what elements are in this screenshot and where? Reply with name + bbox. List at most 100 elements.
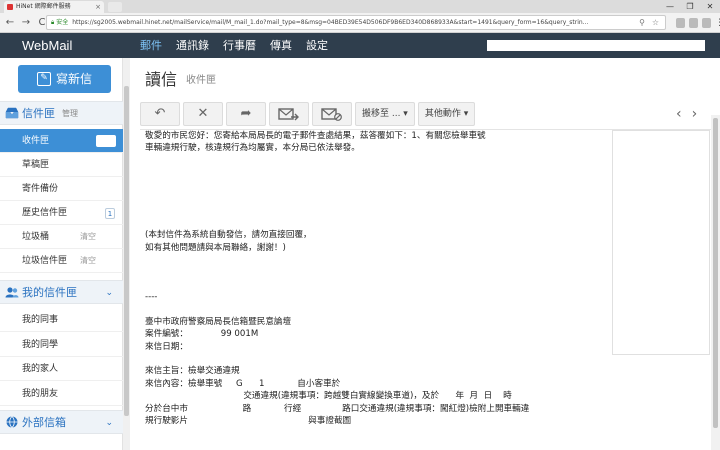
extension-icon[interactable]	[689, 18, 698, 28]
body-line: ----	[145, 292, 158, 303]
minimize-icon[interactable]: —	[660, 0, 680, 13]
sidebar-item-friends[interactable]: 我的朋友	[0, 382, 123, 406]
body-line: 規行駛影片 與事證截圖	[145, 415, 352, 426]
extension-icon[interactable]	[676, 18, 685, 28]
report-spam-button[interactable]	[312, 102, 352, 126]
globe-icon	[6, 416, 18, 428]
sidebar-item-trash[interactable]: 垃圾桶 清空	[0, 225, 123, 249]
sidebar-item-label: 我的朋友	[22, 389, 59, 399]
sidebar-item-family[interactable]: 我的家人	[0, 357, 123, 381]
forward-icon[interactable]: →	[20, 16, 32, 30]
body-line: 交通違規(違規事項：跨越雙白實線變換車道)，及於 年 月 日 時	[145, 391, 512, 402]
back-icon[interactable]: ←	[4, 16, 16, 30]
url-field[interactable]: 🔒︎ 安全 https://sg2005.webmail.hinet.net/mai…	[46, 15, 666, 30]
compose-icon: ✎	[36, 71, 51, 86]
my-folders-label: 我的信件匣	[22, 286, 77, 299]
other-actions-dropdown[interactable]: 其他動作 ▾	[417, 102, 476, 126]
security-label: 安全	[56, 19, 69, 26]
nav-fax[interactable]: 傳真	[270, 33, 292, 58]
message-toolbar: ↶ ✕ ➦ 搬移至 ... ▾ 其他動作 ▾	[140, 102, 476, 126]
sidebar-item-label: 寄件備份	[22, 184, 59, 194]
body-line: (本封信件為系統自動發信，請勿直接回覆，	[145, 230, 312, 241]
menu-icon[interactable]: ⋮	[715, 18, 720, 28]
top-nav: 郵件 通訊錄 行事曆 傳真 設定	[140, 33, 342, 58]
nav-settings[interactable]: 設定	[306, 33, 328, 58]
sidebar-item-label: 我的同事	[22, 315, 59, 325]
message-body: 敬愛的市民您好：您寄給本局局長的電子郵件查處結果，茲答覆如下：1、有關您檢舉車號…	[145, 130, 610, 450]
nav-contacts[interactable]: 通訊錄	[176, 33, 209, 58]
inbox-icon	[5, 107, 19, 119]
nav-calendar[interactable]: 行事曆	[223, 33, 256, 58]
nav-mail[interactable]: 郵件	[140, 33, 162, 58]
compose-button[interactable]: ✎ 寫新信	[18, 65, 111, 93]
mark-mail-button[interactable]	[269, 102, 309, 126]
body-line: 案件編號： 99 001M	[145, 329, 259, 340]
window-controls: — ❐ ✕	[660, 0, 720, 13]
sidebar-item-label: 收件匣	[22, 136, 50, 146]
move-to-label: 搬移至 ... ▾	[362, 109, 408, 119]
body-line: 來信日期：	[145, 341, 188, 352]
sidebar-scrollbar-thumb[interactable]	[124, 86, 129, 416]
zoom-icon[interactable]: ⚲	[639, 16, 645, 29]
extension-icon[interactable]	[702, 18, 711, 28]
delete-icon: ✕	[197, 106, 209, 121]
body-line: 敬愛的市民您好：您寄給本局局長的電子郵件查處結果，茲答覆如下：1、有關您檢舉車號	[145, 131, 486, 141]
bookmark-star-icon[interactable]: ☆	[652, 16, 659, 29]
delete-button[interactable]: ✕	[183, 102, 223, 126]
sidebar-item-classmates[interactable]: 我的同學	[0, 333, 123, 357]
sidebar-item-drafts[interactable]: 草稿匣	[0, 153, 123, 177]
page-scrollbar-thumb[interactable]	[713, 118, 718, 428]
maximize-icon[interactable]: ❐	[680, 0, 700, 13]
mail-forward-icon	[278, 108, 299, 121]
sidebar-item-colleagues[interactable]: 我的同事	[0, 308, 123, 332]
favicon-icon	[7, 4, 13, 10]
empty-spam-link[interactable]: 清空	[80, 249, 96, 273]
body-line	[145, 167, 610, 179]
body-line	[145, 303, 610, 315]
body-line	[145, 204, 610, 216]
inbox-section-header[interactable]: 信件匣 管理	[0, 101, 123, 125]
manage-link[interactable]: 管理	[62, 102, 78, 126]
sidebar-item-inbox[interactable]: 收件匣	[0, 129, 123, 153]
tab-close-icon[interactable]: ×	[95, 1, 101, 13]
body-line: 如有其他問題請與本局聯絡，謝謝！)	[145, 242, 286, 253]
empty-trash-link[interactable]: 清空	[80, 225, 96, 249]
body-line: 車輛違規行駛，核違規行為均屬實，本分局已依法舉發。	[145, 143, 360, 154]
new-tab-button[interactable]	[108, 2, 122, 12]
count-badge: 1	[105, 208, 115, 219]
body-line	[145, 180, 610, 192]
body-line: 分於台中市 路 行經 路口交通違規(違規事項：闖紅燈)檢附上開車輛違	[145, 403, 530, 414]
external-mailbox-section-header[interactable]: 外部信箱 ⌄	[0, 410, 123, 434]
url-text: https://sg2005.webmail.hinet.net/mailSer…	[72, 19, 589, 26]
page-title: 讀信	[145, 70, 178, 89]
sidebar-item-label: 歷史信件匣	[22, 208, 68, 218]
close-window-icon[interactable]: ✕	[700, 0, 720, 13]
sidebar-item-sent[interactable]: 寄件備份	[0, 177, 123, 201]
sidebar-item-label: 垃圾桶	[22, 232, 50, 242]
mail-block-icon	[321, 108, 342, 121]
sidebar-item-spam[interactable]: 垃圾信件匣 清空	[0, 249, 123, 273]
extension-icons: ⋮	[676, 18, 720, 28]
chevron-down-icon[interactable]: ⌄	[105, 411, 113, 435]
browser-tab[interactable]: HiNet 網際郵件服務 ×	[4, 1, 104, 13]
sidebar-item-label: 草稿匣	[22, 160, 50, 170]
prev-message-icon[interactable]: ‹	[676, 104, 682, 124]
unread-count-badge	[96, 135, 116, 147]
compose-label: 寫新信	[55, 72, 92, 86]
sidebar-item-label: 我的家人	[22, 364, 59, 374]
users-icon	[5, 287, 19, 298]
next-message-icon[interactable]: ›	[692, 104, 698, 124]
body-line	[145, 254, 610, 266]
lock-icon: 🔒︎	[51, 19, 55, 26]
sidebar-item-history[interactable]: 歷史信件匣 1	[0, 201, 123, 225]
chevron-down-icon[interactable]: ⌄	[105, 281, 113, 305]
my-folders-section-header[interactable]: 我的信件匣 ⌄	[0, 280, 123, 304]
search-input[interactable]	[487, 40, 705, 51]
external-mailbox-label: 外部信箱	[22, 416, 66, 429]
forward-button[interactable]: ➦	[226, 102, 266, 126]
body-line: 臺中市政府警察局局長信箱暨民意論壇	[145, 316, 292, 327]
body-line	[145, 217, 610, 229]
body-line: 來信主旨：檢舉交通違規	[145, 366, 240, 377]
move-to-dropdown[interactable]: 搬移至 ... ▾	[355, 102, 415, 126]
reply-button[interactable]: ↶	[140, 102, 180, 126]
